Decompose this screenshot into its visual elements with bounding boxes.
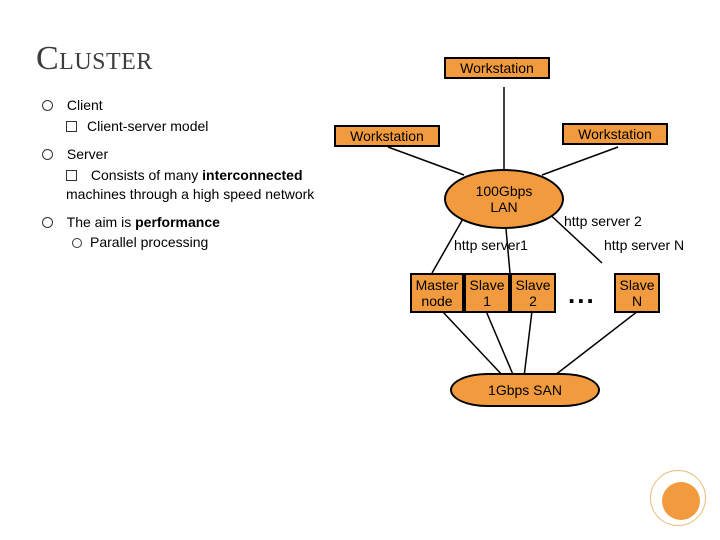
bullet-aim: The aim is performance Parallel processi… bbox=[42, 214, 316, 250]
http-server-2-label: http server 2 bbox=[564, 213, 642, 229]
aim-strong: performance bbox=[135, 214, 220, 230]
workstation-left: Workstation bbox=[334, 125, 440, 147]
slave-2-node: Slave 2 bbox=[510, 273, 556, 313]
master-node: Master node bbox=[410, 273, 464, 313]
slide-decoration bbox=[648, 468, 708, 528]
aim-pre: The aim is bbox=[67, 214, 135, 230]
bullet-client: Client Client-server model bbox=[42, 97, 316, 136]
server-sub-post: machines through a high speed network bbox=[66, 186, 314, 202]
slave-n-node: Slave N bbox=[614, 273, 660, 313]
workstation-top: Workstation bbox=[444, 57, 550, 79]
http-server-1-label: http server1 bbox=[454, 237, 528, 253]
slave-1-node: Slave 1 bbox=[464, 273, 510, 313]
bullet-client-label: Client bbox=[67, 97, 103, 113]
slaves-ellipsis: ... bbox=[568, 279, 596, 310]
page-title: Cluster bbox=[36, 40, 684, 77]
bullet-server: Server Consists of many interconnected m… bbox=[42, 146, 316, 204]
workstation-right: Workstation bbox=[562, 123, 668, 145]
bullet-client-sub: Client-server model bbox=[66, 117, 316, 136]
bullet-server-label: Server bbox=[67, 146, 108, 162]
bullet-aim-sub: Parallel processing bbox=[72, 234, 316, 250]
bullet-server-sub: Consists of many interconnected machines… bbox=[66, 166, 316, 204]
http-server-n-label: http server N bbox=[604, 237, 684, 253]
lan-node: 100Gbps LAN bbox=[444, 169, 564, 229]
san-node: 1Gbps SAN bbox=[450, 373, 600, 407]
server-sub-strong: interconnected bbox=[202, 167, 302, 183]
cluster-diagram: Workstation Workstation Workstation 100G… bbox=[324, 87, 684, 447]
bullet-column: Client Client-server model Server Consis… bbox=[36, 87, 316, 447]
server-sub-pre: Consists of many bbox=[91, 167, 202, 183]
